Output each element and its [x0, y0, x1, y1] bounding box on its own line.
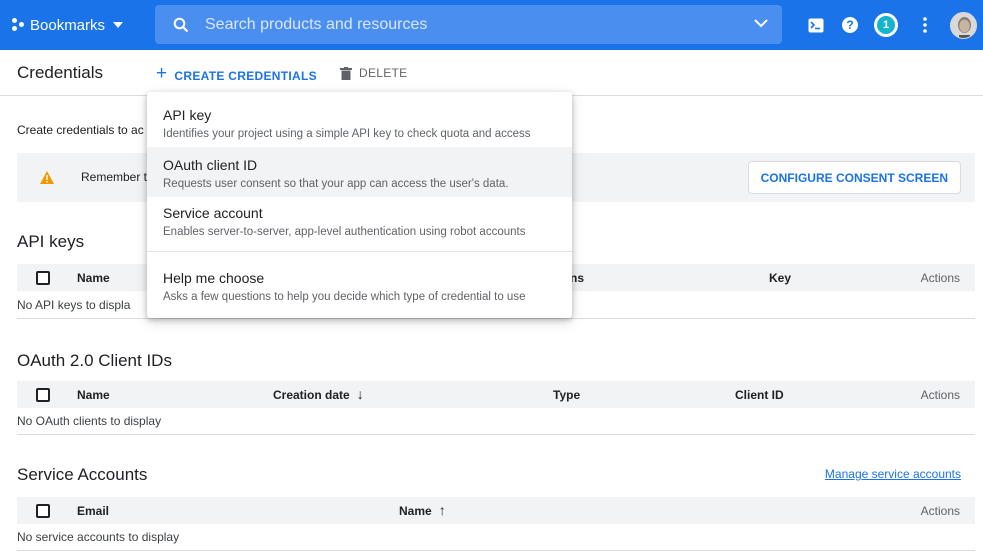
- col-actions: Actions: [920, 388, 960, 402]
- select-all-checkbox[interactable]: [36, 271, 50, 285]
- select-all-checkbox[interactable]: [36, 504, 50, 518]
- oauth-empty-text: No OAuth clients to display: [17, 414, 162, 428]
- svg-text:?: ?: [846, 18, 853, 32]
- arrow-down-icon: ↓: [356, 386, 364, 402]
- service-accounts-empty-text: No service accounts to display: [17, 530, 180, 544]
- more-vert-icon[interactable]: [915, 15, 935, 35]
- select-all-checkbox[interactable]: [36, 388, 50, 402]
- service-accounts-title: Service Accounts: [17, 465, 148, 484]
- page-title: Credentials: [17, 63, 103, 82]
- chevron-down-icon[interactable]: [754, 18, 768, 28]
- caret-down-icon: [113, 22, 124, 28]
- menu-item-title: OAuth client ID: [163, 157, 258, 173]
- menu-item-service-account[interactable]: Service account Enables server-to-server…: [147, 195, 572, 245]
- plus-icon: +: [156, 63, 168, 84]
- api-keys-empty-text: No API keys to displa: [17, 298, 131, 312]
- oauth-header: Name Creation date ↓ Type Client ID Actio…: [17, 381, 975, 408]
- col-creation-date[interactable]: Creation date ↓: [273, 386, 364, 402]
- menu-item-title: Service account: [163, 205, 263, 221]
- intro-text: Create credentials to ac: [17, 123, 144, 137]
- avatar[interactable]: [950, 12, 977, 39]
- col-name[interactable]: Name ↑: [399, 502, 446, 518]
- notification-count: 1: [877, 16, 895, 34]
- menu-item-description: Enables server-to-server, app-level auth…: [163, 226, 526, 238]
- menu-item-oauth-client-id[interactable]: OAuth client ID Requests user consent so…: [147, 147, 572, 197]
- col-creation-date-label: Creation date: [273, 388, 350, 402]
- col-type[interactable]: Type: [553, 388, 580, 402]
- search-placeholder: Search products and resources: [205, 15, 428, 33]
- service-accounts-empty-row: No service accounts to display: [17, 524, 975, 551]
- arrow-up-icon: ↑: [438, 502, 446, 518]
- manage-service-accounts-link[interactable]: Manage service accounts: [825, 467, 961, 481]
- project-selector[interactable]: Bookmarks: [12, 17, 152, 34]
- create-credentials-button[interactable]: + CREATE CREDENTIALS: [156, 63, 317, 85]
- menu-item-description: Requests user consent so that your app c…: [163, 178, 509, 190]
- search-icon: [173, 17, 189, 32]
- col-actions: Actions: [920, 504, 960, 518]
- create-credentials-label: CREATE CREDENTIALS: [174, 68, 317, 83]
- create-credentials-menu: API key Identifies your project using a …: [147, 92, 572, 318]
- menu-item-title: API key: [163, 107, 212, 123]
- col-actions: Actions: [920, 271, 960, 285]
- menu-divider: [147, 251, 572, 252]
- project-dots-icon: [12, 18, 26, 32]
- project-name: Bookmarks: [30, 16, 106, 34]
- col-name-label: Name: [399, 504, 432, 518]
- col-name[interactable]: Name: [77, 388, 110, 402]
- search-bar[interactable]: Search products and resources: [155, 5, 782, 44]
- banner-text: Remember t: [81, 170, 148, 184]
- col-name[interactable]: Name: [77, 271, 110, 285]
- api-keys-title: API keys: [17, 232, 85, 251]
- col-email[interactable]: Email: [77, 504, 109, 518]
- warning-icon: [40, 171, 54, 184]
- oauth-empty-row: No OAuth clients to display: [17, 408, 975, 435]
- menu-item-title: Help me choose: [163, 270, 265, 286]
- col-client-id[interactable]: Client ID: [735, 388, 784, 402]
- trash-icon: [340, 66, 352, 80]
- menu-item-description: Asks a few questions to help you decide …: [163, 291, 526, 303]
- cloud-shell-icon[interactable]: [806, 15, 826, 35]
- oauth-title: OAuth 2.0 Client IDs: [17, 351, 172, 370]
- delete-label: DELETE: [359, 66, 408, 80]
- col-key[interactable]: Key: [769, 271, 791, 285]
- configure-consent-screen-button[interactable]: CONFIGURE CONSENT SCREEN: [747, 161, 961, 194]
- action-bar: Credentials + CREATE CREDENTIALS DELETE: [0, 50, 983, 96]
- menu-item-api-key[interactable]: API key Identifies your project using a …: [147, 97, 572, 147]
- service-accounts-header: Email Name ↑ Actions: [17, 497, 975, 524]
- menu-item-help-me-choose[interactable]: Help me choose Asks a few questions to h…: [147, 260, 572, 310]
- notifications-badge[interactable]: 1: [874, 13, 898, 37]
- top-app-bar: Bookmarks Search products and resources …: [0, 0, 983, 50]
- help-icon[interactable]: ?: [840, 15, 860, 35]
- col-restrictions[interactable]: ns: [570, 271, 584, 285]
- menu-item-description: Identifies your project using a simple A…: [163, 128, 531, 140]
- delete-button[interactable]: DELETE: [340, 66, 407, 80]
